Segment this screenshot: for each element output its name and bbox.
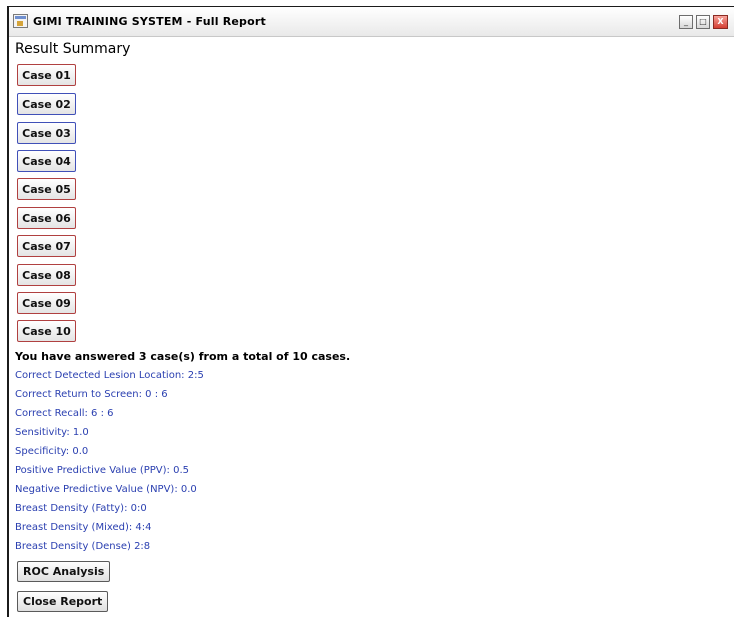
answered-summary-text: You have answered 3 case(s) from a total… bbox=[15, 350, 351, 363]
case-06-button[interactable]: Case 06 bbox=[17, 207, 76, 229]
close-window-button[interactable]: X bbox=[713, 15, 728, 29]
metric-specificity: Specificity: 0.0 bbox=[15, 446, 89, 457]
maximize-button[interactable]: □ bbox=[696, 15, 710, 29]
case-05-button[interactable]: Case 05 bbox=[17, 178, 76, 200]
metric-density-fatty: Breast Density (Fatty): 0:0 bbox=[15, 503, 147, 514]
metric-npv: Negative Predictive Value (NPV): 0.0 bbox=[15, 484, 197, 495]
report-window: GIMI TRAINING SYSTEM - Full Report _ □ X… bbox=[7, 6, 734, 617]
window-title: GIMI TRAINING SYSTEM - Full Report bbox=[33, 15, 266, 28]
minimize-button[interactable]: _ bbox=[679, 15, 693, 29]
metric-ppv: Positive Predictive Value (PPV): 0.5 bbox=[15, 465, 189, 476]
case-04-button[interactable]: Case 04 bbox=[17, 150, 76, 172]
result-summary-heading: Result Summary bbox=[15, 41, 131, 57]
metric-sensitivity: Sensitivity: 1.0 bbox=[15, 427, 89, 438]
case-03-button[interactable]: Case 03 bbox=[17, 122, 76, 144]
close-report-button[interactable]: Close Report bbox=[17, 591, 109, 612]
case-08-button[interactable]: Case 08 bbox=[17, 264, 76, 286]
metric-density-mixed: Breast Density (Mixed): 4:4 bbox=[15, 522, 152, 533]
case-02-button[interactable]: Case 02 bbox=[17, 93, 76, 115]
app-icon bbox=[13, 14, 28, 28]
roc-analysis-button[interactable]: ROC Analysis bbox=[17, 561, 111, 582]
case-09-button[interactable]: Case 09 bbox=[17, 292, 76, 314]
case-07-button[interactable]: Case 07 bbox=[17, 235, 76, 257]
case-01-button[interactable]: Case 01 bbox=[17, 64, 76, 86]
case-10-button[interactable]: Case 10 bbox=[17, 320, 76, 342]
metric-lesion-location: Correct Detected Lesion Location: 2:5 bbox=[15, 370, 204, 381]
metric-return-to-screen: Correct Return to Screen: 0 : 6 bbox=[15, 389, 168, 400]
title-bar[interactable]: GIMI TRAINING SYSTEM - Full Report _ □ X bbox=[9, 7, 734, 37]
metric-density-dense: Breast Density (Dense) 2:8 bbox=[15, 541, 151, 552]
metric-correct-recall: Correct Recall: 6 : 6 bbox=[15, 408, 114, 419]
